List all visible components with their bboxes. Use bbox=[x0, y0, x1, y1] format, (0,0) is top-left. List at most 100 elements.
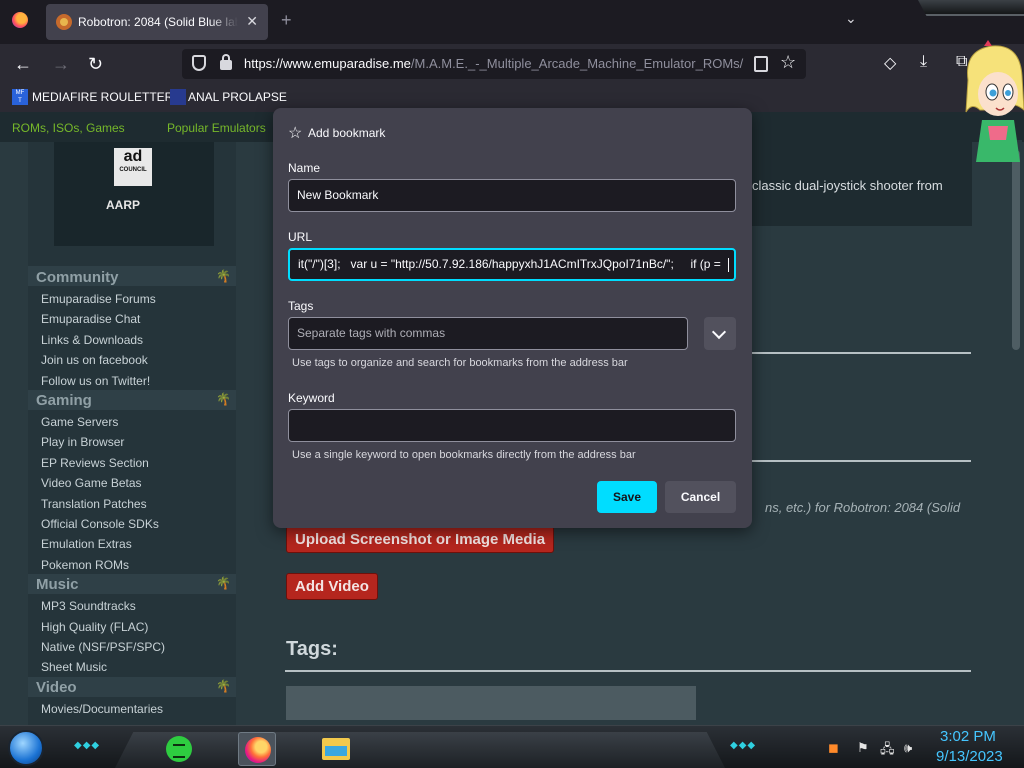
desktop-mascot-character bbox=[965, 40, 1024, 162]
volume-icon[interactable]: 🕪 bbox=[904, 740, 912, 756]
bookmark-star-icon: ☆ bbox=[288, 125, 303, 142]
sidebar-link-links-downloads[interactable]: Links & Downloads bbox=[41, 333, 143, 347]
url-domain: https://www.emuparadise.me bbox=[244, 56, 411, 71]
upload-screenshot-button[interactable]: Upload Screenshot or Image Media bbox=[286, 526, 555, 553]
taskbar: ◆◆◆ ◆◆◆ ◼ ⚑ 🖧 🕪 3:02 PM 9/13/2023 bbox=[0, 725, 1024, 768]
keyword-help-text: Use a single keyword to open bookmarks d… bbox=[292, 449, 636, 461]
sidebar-heading-video: Video bbox=[36, 679, 77, 696]
tags-box bbox=[286, 686, 696, 720]
tracking-protection-shield-icon[interactable] bbox=[192, 55, 206, 71]
sidebar-link-play-in-browser[interactable]: Play in Browser bbox=[41, 435, 124, 449]
bookmark-url-input[interactable]: it("/")[3]; var u = "http://50.7.92.186/… bbox=[288, 248, 736, 281]
pocket-icon[interactable]: ◇ bbox=[884, 53, 896, 73]
sidebar-link-console-sdks[interactable]: Official Console SDKs bbox=[41, 517, 159, 531]
sidebar-link-movies[interactable]: Movies/Documentaries bbox=[41, 702, 163, 716]
start-button[interactable] bbox=[8, 730, 44, 766]
tags-label: Tags bbox=[288, 299, 314, 313]
url-text[interactable]: https://www.emuparadise.me/M.A.M.E._-_Mu… bbox=[244, 56, 744, 71]
bookmark-favicon-icon bbox=[170, 89, 186, 105]
menu-roms-isos-games[interactable]: ROMs, ISOs, Games bbox=[12, 121, 125, 135]
dialog-title: Add bookmark bbox=[308, 126, 386, 140]
forward-button[interactable]: → bbox=[52, 54, 70, 75]
url-input-text: it("/")[3]; var u = "http://50.7.92.186/… bbox=[298, 257, 725, 271]
tags-heading: Tags: bbox=[286, 638, 338, 660]
site-favicon-icon bbox=[56, 14, 72, 30]
sidebar-link-game-servers[interactable]: Game Servers bbox=[41, 415, 118, 429]
clock-time[interactable]: 3:02 PM bbox=[940, 728, 996, 745]
address-bar[interactable]: https://www.emuparadise.me/M.A.M.E._-_Mu… bbox=[182, 49, 806, 79]
desktop-screen: Robotron: 2084 (Solid Blue label) ✕ + ⌄ … bbox=[0, 0, 1024, 768]
browser-tab[interactable]: Robotron: 2084 (Solid Blue label) ✕ bbox=[46, 4, 268, 40]
save-button[interactable]: Save bbox=[597, 481, 657, 513]
reader-view-icon[interactable] bbox=[754, 56, 768, 72]
back-button[interactable]: ← bbox=[14, 54, 32, 75]
downloads-icon[interactable]: ⤓ bbox=[920, 53, 927, 71]
extras-description-text: ns, etc.) for Robotron: 2084 (Solid bbox=[765, 500, 961, 515]
tab-title: Robotron: 2084 (Solid Blue label) bbox=[78, 15, 238, 29]
browser-tab-bar: Robotron: 2084 (Solid Blue label) ✕ + ⌄ bbox=[0, 0, 1024, 44]
sidebar-link-native[interactable]: Native (NSF/PSF/SPC) bbox=[41, 640, 165, 654]
sidebar-link-ep-reviews[interactable]: EP Reviews Section bbox=[41, 456, 149, 470]
taskbar-decoration: ◆◆◆ bbox=[730, 740, 757, 751]
close-tab-icon[interactable]: ✕ bbox=[246, 13, 258, 30]
list-all-tabs-button[interactable]: ⌄ bbox=[845, 10, 857, 27]
aarp-logo: AARP bbox=[106, 198, 141, 212]
tray-app-icon[interactable]: ◼ bbox=[828, 740, 839, 756]
keyword-label: Keyword bbox=[288, 391, 335, 405]
scrollbar-thumb[interactable] bbox=[1012, 150, 1020, 350]
sidebar-heading-music: Music bbox=[36, 576, 79, 593]
sidebar-link-sheet-music[interactable]: Sheet Music bbox=[41, 660, 107, 674]
name-label: Name bbox=[288, 161, 321, 175]
text-caret bbox=[728, 257, 730, 272]
window-frame-decoration bbox=[918, 0, 1024, 16]
taskbar-firefox-app[interactable] bbox=[238, 732, 276, 766]
sidebar-link-translation-patches[interactable]: Translation Patches bbox=[41, 497, 147, 511]
bookmark-keyword-input[interactable] bbox=[288, 409, 736, 442]
folder-app-icon bbox=[322, 738, 350, 760]
description-text: classic dual-joystick shooter from bbox=[752, 178, 943, 193]
firefox-menu-icon[interactable] bbox=[12, 12, 28, 28]
bookmark-name-input[interactable]: New Bookmark bbox=[288, 179, 736, 212]
lock-icon[interactable] bbox=[220, 54, 232, 70]
taskbar-notes-app[interactable] bbox=[160, 732, 198, 766]
add-video-button[interactable]: Add Video bbox=[286, 573, 378, 600]
palm-tree-icon: 🌴 bbox=[216, 269, 231, 283]
palm-tree-icon: 🌴 bbox=[216, 392, 231, 406]
browser-nav-bar: ← → ↻ https://www.emuparadise.me/M.A.M.E… bbox=[0, 44, 1024, 84]
tags-dropdown-button[interactable] bbox=[704, 317, 736, 350]
url-label: URL bbox=[288, 230, 313, 244]
sidebar-link-pokemon-roms[interactable]: Pokemon ROMs bbox=[41, 558, 129, 572]
url-path: /M.A.M.E._-_Multiple_Arcade_Machine_Emul… bbox=[410, 56, 744, 71]
taskbar-file-explorer-app[interactable] bbox=[316, 732, 354, 766]
sidebar-link-flac[interactable]: High Quality (FLAC) bbox=[41, 620, 148, 634]
bookmark-star-icon[interactable]: ☆ bbox=[780, 52, 796, 73]
tags-help-text: Use tags to organize and search for book… bbox=[292, 357, 628, 369]
clock-date[interactable]: 9/13/2023 bbox=[936, 748, 1003, 765]
divider bbox=[285, 670, 971, 672]
sidebar-link-forums[interactable]: Emuparadise Forums bbox=[41, 292, 156, 306]
sidebar-link-chat[interactable]: Emuparadise Chat bbox=[41, 312, 140, 326]
add-bookmark-dialog: ☆ Add bookmark Name New Bookmark URL it(… bbox=[273, 108, 752, 528]
action-center-flag-icon[interactable]: ⚑ bbox=[857, 740, 869, 756]
palm-tree-icon: 🌴 bbox=[216, 576, 231, 590]
cancel-button[interactable]: Cancel bbox=[665, 481, 736, 513]
taskbar-app-plate bbox=[115, 732, 725, 768]
ad-banner[interactable]: ad COUNCIL AARP bbox=[54, 142, 214, 246]
new-tab-button[interactable]: + bbox=[281, 10, 292, 31]
sidebar-heading-gaming: Gaming bbox=[36, 392, 92, 409]
sidebar-link-emulation-extras[interactable]: Emulation Extras bbox=[41, 537, 132, 551]
sidebar-link-video-game-betas[interactable]: Video Game Betas bbox=[41, 476, 142, 490]
bookmark-mediafire-rouletter[interactable]: MEDIAFIRE ROULETTER bbox=[32, 90, 173, 104]
page-scrollbar[interactable] bbox=[1010, 140, 1022, 730]
bookmark-tags-input[interactable]: Separate tags with commas bbox=[288, 317, 688, 350]
menu-popular-emulators[interactable]: Popular Emulators bbox=[167, 121, 266, 135]
network-icon[interactable]: 🖧 bbox=[880, 740, 895, 762]
palm-tree-icon: 🌴 bbox=[216, 679, 231, 693]
bookmark-anal-prolapse[interactable]: ANAL PROLAPSE bbox=[188, 90, 287, 104]
sidebar-link-mp3-soundtracks[interactable]: MP3 Soundtracks bbox=[41, 599, 136, 613]
reload-button[interactable]: ↻ bbox=[88, 54, 103, 75]
ad-council-logo: ad COUNCIL bbox=[114, 148, 152, 186]
sidebar-link-facebook[interactable]: Join us on facebook bbox=[41, 353, 148, 367]
sidebar-link-twitter[interactable]: Follow us on Twitter! bbox=[41, 374, 150, 388]
sidebar-heading-community: Community bbox=[36, 269, 119, 286]
